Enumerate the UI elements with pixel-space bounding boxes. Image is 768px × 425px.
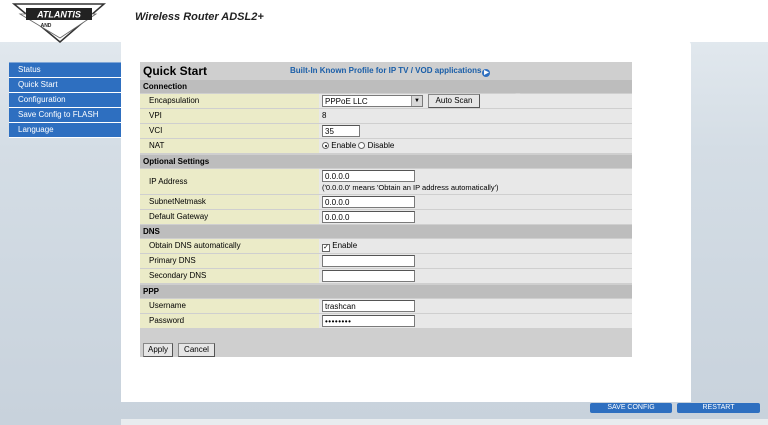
cancel-button[interactable]: Cancel	[178, 343, 215, 357]
dns-auto-label: Obtain DNS automatically	[140, 239, 319, 253]
encapsulation-label: Encapsulation	[140, 94, 319, 108]
row-encapsulation: Encapsulation PPPoE LLC ▼ Auto Scan	[140, 94, 632, 109]
nat-disable-radio[interactable]	[358, 142, 366, 149]
vpi-value: 8	[322, 111, 327, 120]
ip-address-input[interactable]	[322, 170, 415, 182]
row-nat: NAT Enable Disable	[140, 139, 632, 154]
row-gateway: Default Gateway	[140, 210, 632, 225]
nat-options: Enable Disable	[322, 139, 394, 153]
row-subnet: SubnetNetmask	[140, 195, 632, 210]
username-input[interactable]	[322, 300, 415, 312]
header-bar: ATLANTIS AND Wireless Router ADSL2+	[0, 0, 768, 44]
nat-disable-label: Disable	[367, 141, 395, 150]
section-connection: Connection	[140, 80, 632, 93]
encapsulation-value: PPPoE LLC	[325, 97, 368, 106]
row-dns-auto: Obtain DNS automatically ✓ Enable	[140, 239, 632, 254]
svg-text:AND: AND	[41, 23, 52, 29]
auto-scan-button[interactable]: Auto Scan	[428, 94, 480, 108]
subnet-label: SubnetNetmask	[140, 195, 319, 209]
vpi-label: VPI	[140, 109, 319, 123]
dns-auto-enable-label: Enable	[332, 241, 358, 250]
sidebar-item-configuration[interactable]: Configuration	[9, 93, 121, 108]
known-profile-link-label[interactable]: Built-In Known Profile for IP TV / VOD a…	[290, 66, 481, 75]
primary-dns-label: Primary DNS	[140, 254, 319, 268]
dns-auto-options: ✓ Enable	[322, 239, 357, 253]
password-label: Password	[140, 314, 319, 328]
nat-enable-radio[interactable]	[322, 142, 329, 149]
secondary-dns-label: Secondary DNS	[140, 269, 319, 283]
arrow-right-icon[interactable]: ▶	[482, 69, 491, 77]
subnet-input[interactable]	[322, 196, 415, 208]
product-title: Wireless Router ADSL2+	[135, 11, 264, 23]
row-primary-dns: Primary DNS	[140, 254, 632, 269]
nat-enable-label: Enable	[331, 141, 357, 150]
restart-button[interactable]: RESTART	[677, 403, 760, 413]
vci-input[interactable]	[322, 125, 360, 137]
sidebar-item-status[interactable]: Status	[9, 63, 121, 78]
dns-auto-checkbox[interactable]: ✓	[322, 244, 330, 252]
sidebar-item-save-config[interactable]: Save Config to FLASH	[9, 108, 121, 123]
vci-label: VCI	[140, 124, 319, 138]
primary-dns-input[interactable]	[322, 255, 415, 267]
encapsulation-select[interactable]: PPPoE LLC ▼	[322, 95, 423, 107]
horizontal-scrollbar[interactable]	[121, 419, 768, 425]
nat-label: NAT	[140, 139, 319, 153]
apply-button[interactable]: Apply	[143, 343, 173, 357]
known-profile-link[interactable]: Built-In Known Profile for IP TV / VOD a…	[290, 66, 491, 77]
svg-text:ATLANTIS: ATLANTIS	[36, 10, 81, 20]
chevron-down-icon[interactable]: ▼	[411, 96, 422, 106]
row-vci: VCI	[140, 124, 632, 139]
sidebar-item-language[interactable]: Language	[9, 123, 121, 138]
section-optional: Optional Settings	[140, 155, 632, 168]
section-ppp: PPP	[140, 285, 632, 298]
row-secondary-dns: Secondary DNS	[140, 269, 632, 284]
row-password: Password	[140, 314, 632, 329]
ip-address-label: IP Address	[140, 169, 319, 194]
secondary-dns-input[interactable]	[322, 270, 415, 282]
row-vpi: VPI 8	[140, 109, 632, 124]
sidebar-item-quick-start[interactable]: Quick Start	[9, 78, 121, 93]
gateway-label: Default Gateway	[140, 210, 319, 224]
page-title: Quick Start	[143, 64, 208, 78]
section-dns: DNS	[140, 225, 632, 238]
row-ip-address: IP Address ('0.0.0.0' means 'Obtain an I…	[140, 169, 632, 195]
password-input[interactable]	[322, 315, 415, 327]
gateway-input[interactable]	[322, 211, 415, 223]
row-username: Username	[140, 299, 632, 314]
ip-address-hint: ('0.0.0.0' means 'Obtain an IP address a…	[322, 183, 499, 192]
save-config-button[interactable]: SAVE CONFIG	[590, 403, 672, 413]
username-label: Username	[140, 299, 319, 313]
brand-logo: ATLANTIS AND	[11, 2, 108, 44]
sidebar-menu: Status Quick Start Configuration Save Co…	[9, 62, 121, 138]
